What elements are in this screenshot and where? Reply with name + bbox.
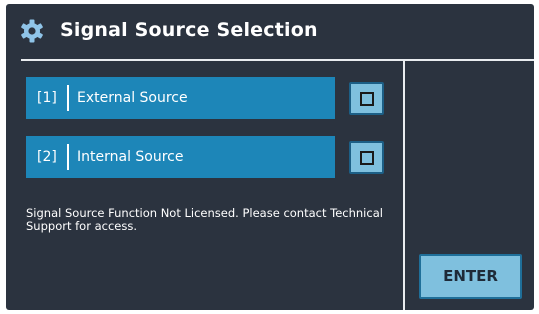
option-internal-source[interactable]: [2] Internal Source: [26, 136, 335, 178]
option-number: [1]: [37, 90, 57, 106]
header-divider: [21, 59, 534, 61]
internal-source-checkbox[interactable]: [349, 141, 384, 174]
gear-icon: [20, 19, 44, 43]
option-label: Internal Source: [77, 149, 184, 165]
column-divider: [403, 61, 405, 310]
panel-header: Signal Source Selection: [6, 4, 534, 56]
external-source-checkbox[interactable]: [349, 82, 384, 115]
enter-button[interactable]: ENTER: [419, 254, 522, 299]
option-number: [2]: [37, 149, 57, 165]
license-notice: Signal Source Function Not Licensed. Ple…: [26, 206, 383, 233]
checkbox-empty-icon: [360, 151, 374, 165]
signal-source-panel: Signal Source Selection [1] External Sou…: [6, 4, 534, 310]
page-title: Signal Source Selection: [60, 19, 318, 41]
option-label: External Source: [77, 90, 188, 106]
checkbox-empty-icon: [360, 92, 374, 106]
option-separator: [67, 85, 69, 111]
option-external-source[interactable]: [1] External Source: [26, 77, 335, 119]
option-separator: [67, 144, 69, 170]
